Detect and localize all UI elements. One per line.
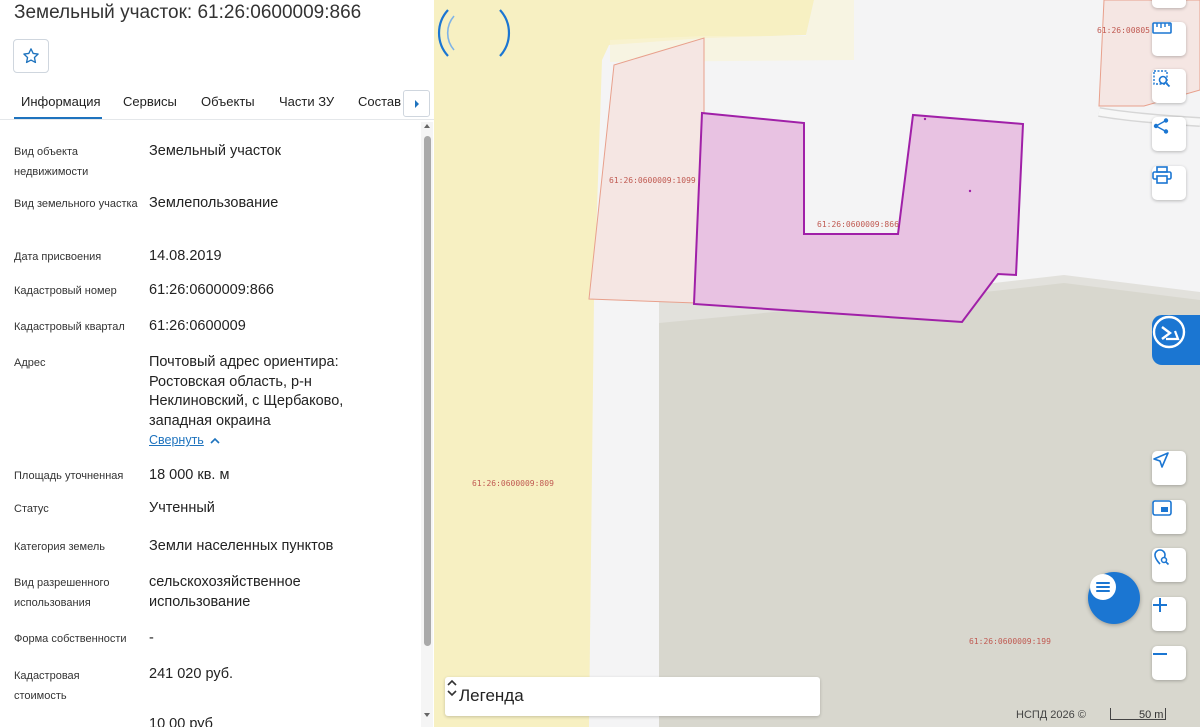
field-label: Кадастровый квартал xyxy=(14,321,125,333)
scroll-down-arrow[interactable] xyxy=(424,713,430,717)
field-value: 61:26:0600009:866 xyxy=(149,282,274,298)
selection-search-icon xyxy=(1153,70,1171,88)
zone-grey xyxy=(659,276,1200,727)
legend-title: Легенда xyxy=(459,686,524,705)
share-button[interactable] xyxy=(1152,117,1186,151)
select-area-button[interactable] xyxy=(1152,69,1186,103)
field-value: Земельный участок xyxy=(149,143,281,159)
picture-in-picture-icon xyxy=(1152,500,1172,516)
plus-icon xyxy=(1153,598,1167,612)
zoom-out-button[interactable] xyxy=(1152,646,1186,680)
parcel-label-809: 61:26:0600009:809 xyxy=(472,479,554,488)
minus-icon xyxy=(1153,653,1167,655)
info-panel: Земельный участок: 61:26:0600009:866 Инф… xyxy=(0,0,434,727)
navigation-arrow-icon xyxy=(1153,452,1169,468)
share-icon xyxy=(1153,118,1169,134)
field-label: Площадь уточненная xyxy=(14,470,124,482)
scrollbar-thumb[interactable] xyxy=(424,136,431,646)
field-label: Кадастровый номер xyxy=(14,285,117,297)
field-label: Кадастровая стоимость xyxy=(14,670,80,702)
chevron-up-down-icon[interactable] xyxy=(445,677,459,699)
field-label: Адрес xyxy=(14,357,46,369)
active-tab-indicator xyxy=(14,117,102,119)
scale-label: 50 m xyxy=(1139,709,1164,721)
tab-composition[interactable]: Состав xyxy=(358,94,401,109)
zoom-in-button[interactable] xyxy=(1152,597,1186,631)
collapse-link[interactable]: Свернуть xyxy=(149,433,220,447)
tab-parts[interactable]: Части ЗУ xyxy=(279,94,334,109)
tab-objects[interactable]: Объекты xyxy=(201,94,255,109)
field-value: 61:26:0600009 xyxy=(149,318,246,334)
field-label: Вид объекта недвижимости xyxy=(14,146,89,178)
tab-bar: Информация Сервисы Объекты Части ЗУ Сост… xyxy=(0,86,434,120)
parcel-vertex xyxy=(923,117,927,121)
field-label: Вид земельного участка xyxy=(14,198,138,210)
field-value: 18 000 кв. м xyxy=(149,467,230,483)
field-value: сельскохозяйственное использование xyxy=(149,574,301,610)
parcel-vertex xyxy=(968,189,972,193)
field-label: Форма собственности xyxy=(14,633,127,645)
map-tool-button-top[interactable] xyxy=(1152,0,1186,8)
parcel-label-1099: 61:26:0600009:1099 xyxy=(609,176,696,185)
print-button[interactable] xyxy=(1152,166,1186,200)
field-value: Землепользование xyxy=(149,195,279,211)
caret-right-icon xyxy=(414,99,419,108)
gosuslugi-side-tab[interactable] xyxy=(1152,315,1200,365)
locate-me-button[interactable] xyxy=(1152,451,1186,485)
minimap-button[interactable] xyxy=(1152,500,1186,534)
chat-bubble-icon xyxy=(1090,574,1116,600)
gosuslugi-logo-icon xyxy=(1152,315,1186,349)
geo-search-button[interactable] xyxy=(1152,548,1186,582)
tab-services[interactable]: Сервисы xyxy=(123,94,177,109)
parcel-1099 xyxy=(588,37,705,304)
map-canvas[interactable] xyxy=(434,0,1200,727)
map-attribution: НСПД 2026 © xyxy=(1016,709,1086,721)
field-value: 241 020 руб. xyxy=(149,666,234,682)
collapse-link-label: Свернуть xyxy=(149,433,204,447)
field-value: - xyxy=(149,630,154,646)
field-value: Учтенный xyxy=(149,500,215,516)
chat-ring-decoration xyxy=(438,9,510,57)
field-value-address: Почтовый адрес ориентира: Ростовская обл… xyxy=(149,354,344,429)
map-view[interactable]: 61:26:0600009:1099 61:26:0600009:866 61:… xyxy=(434,0,1200,727)
ruler-icon xyxy=(1152,22,1172,34)
field-value: Земли населенных пунктов xyxy=(149,538,334,554)
parcel-866-selected xyxy=(692,111,1025,324)
pin-search-icon xyxy=(1154,549,1170,566)
printer-icon xyxy=(1152,166,1172,184)
field-label: Дата присвоения xyxy=(14,251,102,263)
parcel-label-199: 61:26:0600009:199 xyxy=(969,637,1051,646)
legend-panel[interactable]: Легенда xyxy=(445,677,820,716)
page-title: Земельный участок: 61:26:0600009:866 xyxy=(14,2,362,23)
tab-info[interactable]: Информация xyxy=(21,94,101,109)
parcel-label-866: 61:26:0600009:866 xyxy=(817,220,899,229)
field-label: Статус xyxy=(14,503,49,515)
tabs-scroll-right-button[interactable] xyxy=(403,90,430,117)
field-value-truncated: 10 00 руб xyxy=(149,716,213,727)
field-label: Категория земель xyxy=(14,541,105,553)
chevron-up-icon xyxy=(210,437,220,444)
field-value: 14.08.2019 xyxy=(149,248,222,264)
parcel-label-00805: 61:26:00805 xyxy=(1097,26,1150,35)
measure-button[interactable] xyxy=(1152,22,1186,56)
favorite-button[interactable] xyxy=(13,39,49,73)
scroll-up-arrow[interactable] xyxy=(424,124,430,128)
star-outline-icon xyxy=(23,48,39,64)
chat-button[interactable] xyxy=(1088,572,1140,624)
field-label: Вид разрешенного использования xyxy=(14,577,110,609)
